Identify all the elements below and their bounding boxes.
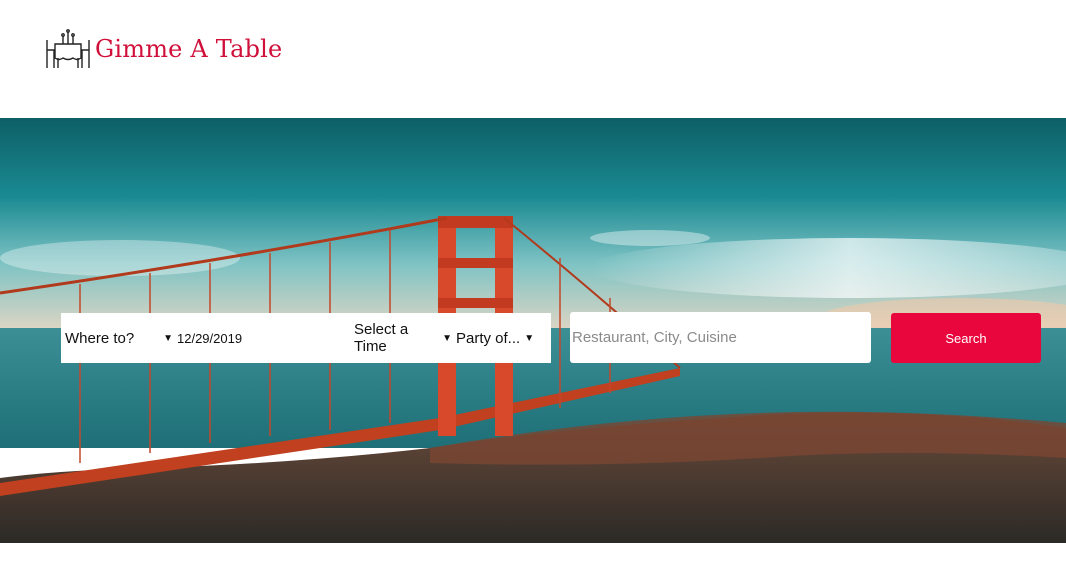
party-size-select[interactable]: Party of... ▼ [452,313,542,363]
site-header: Gimme A Table [0,0,1066,118]
page-below-hero [0,543,1066,575]
hero-banner: Where to? ▼ Select a Time ▼ Party of... … [0,118,1066,543]
dining-table-icon [46,29,90,68]
search-button[interactable]: Search [891,313,1041,363]
query-field-box [570,312,871,363]
time-select[interactable]: Select a Time ▼ [348,313,452,363]
query-input[interactable] [570,312,871,363]
chevron-down-icon: ▼ [163,332,173,344]
home-logo-link[interactable]: Gimme A Table [46,28,282,70]
party-size-select-label: Party of... [456,329,521,347]
location-select-label: Where to? [65,329,135,347]
date-input[interactable] [173,313,348,363]
brand-name: Gimme A Table [95,35,283,63]
chevron-down-icon: ▼ [442,332,452,344]
location-select[interactable]: Where to? ▼ [61,313,173,363]
chevron-down-icon: ▼ [524,332,535,344]
reservation-search-bar: Where to? ▼ Select a Time ▼ Party of... … [61,313,551,363]
time-select-label: Select a Time [354,321,409,355]
